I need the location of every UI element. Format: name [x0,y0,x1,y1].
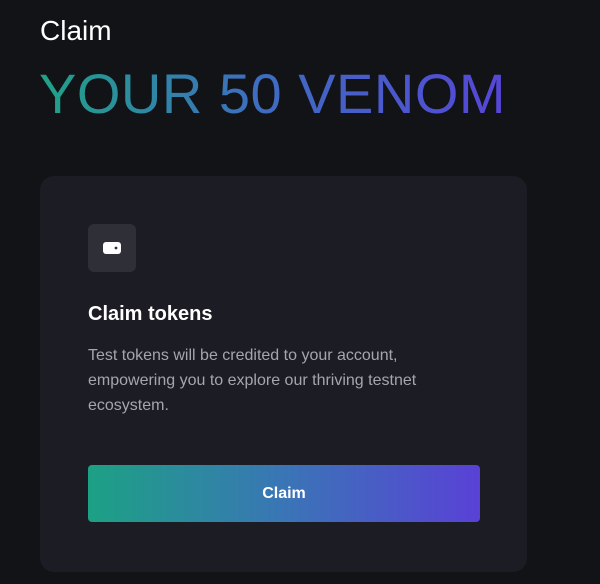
card-description: Test tokens will be credited to your acc… [88,347,417,414]
claim-card: Claim tokens Test tokens will be credite… [40,176,527,572]
icon-container [88,224,136,272]
card-title: Claim tokens [88,303,213,325]
wallet-icon [103,242,121,254]
page-subtitle: Claim [40,15,112,46]
page-title: YOUR 50 VENOM [39,62,507,125]
claim-button[interactable]: Claim [88,465,480,522]
claim-page: Claim YOUR 50 VENOM Claim tokens Test to… [0,0,600,584]
